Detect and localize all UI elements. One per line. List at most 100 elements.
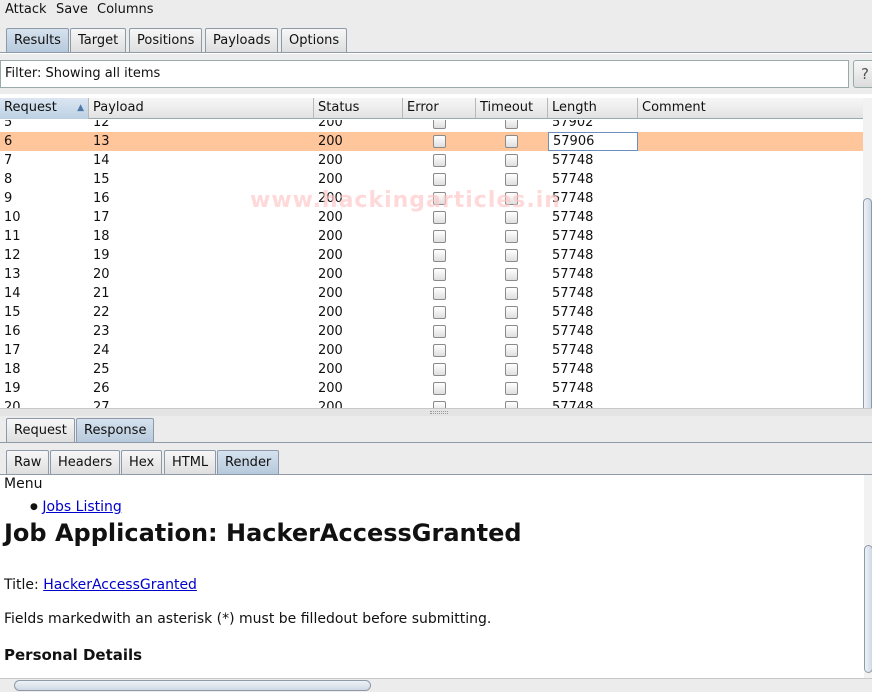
results-scrollbar[interactable]: [863, 98, 872, 453]
request-cell: 15: [4, 305, 21, 320]
render-hscrollbar-thumb[interactable]: [14, 680, 371, 691]
error-checkbox[interactable]: [433, 173, 446, 186]
table-row[interactable]: 18 25 200 57748: [0, 360, 863, 379]
tab-render[interactable]: Render: [217, 450, 280, 475]
status-cell: 200: [318, 172, 343, 187]
table-row[interactable]: 20 27 200 57748: [0, 398, 863, 408]
table-row[interactable]: 14 21 200 57748: [0, 284, 863, 303]
menu-save[interactable]: Save: [56, 2, 88, 17]
table-row[interactable]: 7 14 200 57748: [0, 151, 863, 170]
error-checkbox[interactable]: [433, 211, 446, 224]
error-checkbox[interactable]: [433, 120, 446, 129]
tab-response[interactable]: Response: [76, 418, 155, 443]
timeout-checkbox[interactable]: [505, 192, 518, 205]
column-header-timeout[interactable]: Timeout: [476, 98, 548, 119]
tab-hex[interactable]: Hex: [121, 450, 163, 475]
timeout-checkbox[interactable]: [505, 344, 518, 357]
error-checkbox[interactable]: [433, 230, 446, 243]
error-checkbox[interactable]: [433, 154, 446, 167]
error-checkbox[interactable]: [433, 249, 446, 262]
menu-columns[interactable]: Columns: [97, 2, 154, 17]
timeout-checkbox[interactable]: [505, 306, 518, 319]
filter-field[interactable]: Filter: Showing all items: [0, 60, 849, 88]
tab-options[interactable]: Options: [281, 28, 348, 53]
error-checkbox[interactable]: [433, 382, 446, 395]
length-cell: 57748: [552, 267, 594, 282]
column-header-error[interactable]: Error: [403, 98, 476, 119]
table-row[interactable]: 19 26 200 57748: [0, 379, 863, 398]
length-cell: 57748: [552, 343, 594, 358]
column-header-label: Request: [4, 100, 57, 115]
table-row[interactable]: 5 12 200 57902: [0, 120, 863, 132]
timeout-checkbox[interactable]: [505, 325, 518, 338]
timeout-checkbox[interactable]: [505, 135, 518, 148]
status-cell: 200: [318, 343, 343, 358]
render-note: Fields markedwith an asterisk (*) must b…: [4, 611, 492, 627]
render-hscrollbar[interactable]: [0, 678, 872, 692]
table-row[interactable]: 9 16 200 57748: [0, 189, 863, 208]
table-row[interactable]: 6 13 200 57906: [0, 132, 863, 151]
error-checkbox[interactable]: [433, 268, 446, 281]
timeout-checkbox[interactable]: [505, 363, 518, 376]
error-checkbox[interactable]: [433, 192, 446, 205]
jobs-listing-link[interactable]: Jobs Listing: [42, 499, 121, 515]
render-scrollbar[interactable]: [864, 475, 872, 678]
error-checkbox[interactable]: [433, 363, 446, 376]
results-table-header: Request ▲ Payload Status Error Timeout L…: [0, 98, 863, 119]
tab-target[interactable]: Target: [70, 28, 127, 53]
timeout-checkbox[interactable]: [505, 120, 518, 129]
timeout-checkbox[interactable]: [505, 287, 518, 300]
payload-cell: 16: [93, 191, 110, 206]
timeout-checkbox[interactable]: [505, 154, 518, 167]
tab-html[interactable]: HTML: [164, 450, 217, 475]
tab-raw[interactable]: Raw: [6, 450, 50, 475]
tab-request[interactable]: Request: [6, 418, 75, 443]
error-checkbox[interactable]: [433, 306, 446, 319]
payload-cell: 24: [93, 343, 110, 358]
length-cell: 57748: [552, 400, 594, 408]
tab-results[interactable]: Results: [6, 28, 69, 53]
column-header-status[interactable]: Status: [314, 98, 403, 119]
error-checkbox[interactable]: [433, 135, 446, 148]
request-cell: 18: [4, 362, 21, 377]
help-button[interactable]: ?: [853, 60, 872, 88]
table-row[interactable]: 8 15 200 57748: [0, 170, 863, 189]
table-row[interactable]: 12 19 200 57748: [0, 246, 863, 265]
table-row[interactable]: 11 18 200 57748: [0, 227, 863, 246]
table-row[interactable]: 13 20 200 57748: [0, 265, 863, 284]
column-header-payload[interactable]: Payload: [89, 98, 314, 119]
timeout-checkbox[interactable]: [505, 249, 518, 262]
tab-positions[interactable]: Positions: [129, 28, 203, 53]
timeout-checkbox[interactable]: [505, 211, 518, 224]
table-row[interactable]: 16 23 200 57748: [0, 322, 863, 341]
timeout-checkbox[interactable]: [505, 268, 518, 281]
error-checkbox[interactable]: [433, 287, 446, 300]
timeout-checkbox[interactable]: [505, 173, 518, 186]
timeout-checkbox[interactable]: [505, 382, 518, 395]
column-header-length[interactable]: Length: [548, 98, 638, 119]
payload-cell: 18: [93, 229, 110, 244]
payload-cell: 19: [93, 248, 110, 263]
render-title-link[interactable]: HackerAccessGranted: [43, 577, 197, 593]
table-row[interactable]: 10 17 200 57748: [0, 208, 863, 227]
table-row[interactable]: 17 24 200 57748: [0, 341, 863, 360]
timeout-checkbox[interactable]: [505, 230, 518, 243]
error-checkbox[interactable]: [433, 325, 446, 338]
length-cell: 57748: [552, 210, 594, 225]
menu-attack[interactable]: Attack: [5, 2, 47, 17]
timeout-checkbox[interactable]: [505, 401, 518, 408]
column-header-comment[interactable]: Comment: [638, 98, 863, 119]
column-header-request[interactable]: Request ▲: [0, 98, 89, 119]
split-divider[interactable]: [0, 408, 872, 416]
request-cell: 6: [4, 134, 13, 149]
error-checkbox[interactable]: [433, 401, 446, 408]
render-scrollbar-thumb[interactable]: [864, 545, 872, 673]
payload-cell: 25: [93, 362, 110, 377]
table-row[interactable]: 15 22 200 57748: [0, 303, 863, 322]
error-checkbox[interactable]: [433, 344, 446, 357]
tab-headers[interactable]: Headers: [50, 450, 121, 475]
tab-payloads[interactable]: Payloads: [205, 28, 279, 53]
request-cell: 7: [4, 153, 13, 168]
payload-cell: 13: [93, 134, 110, 149]
payload-cell: 14: [93, 153, 110, 168]
